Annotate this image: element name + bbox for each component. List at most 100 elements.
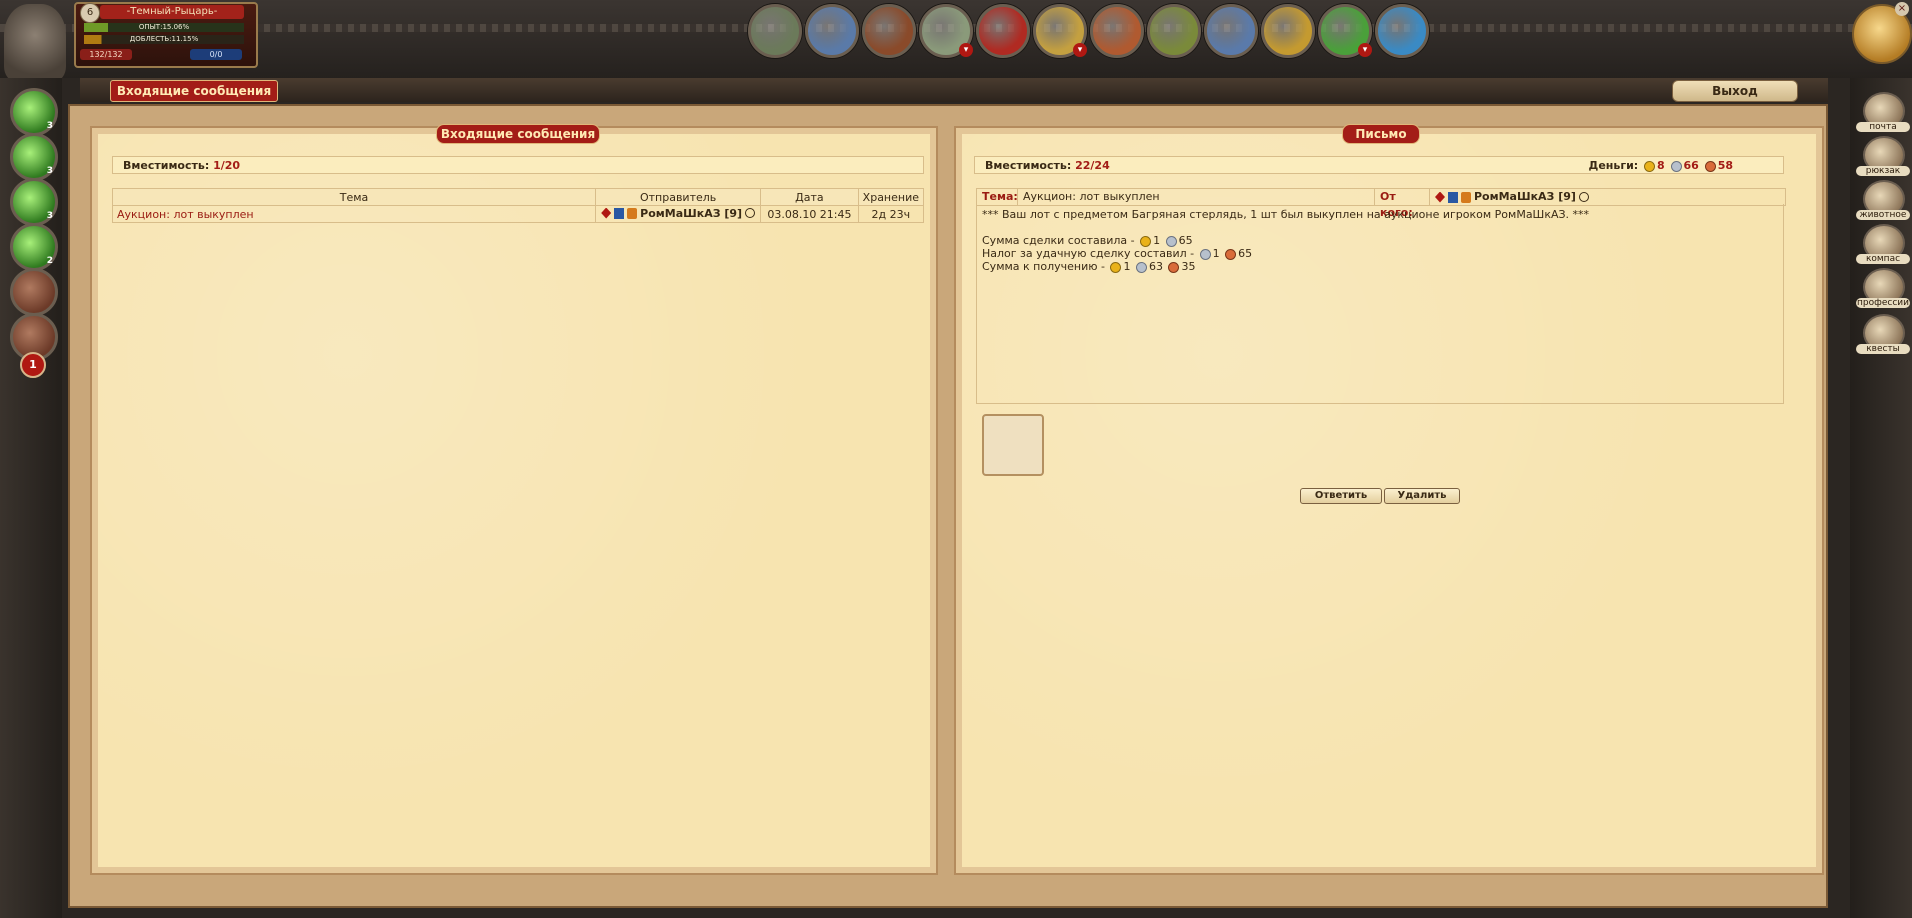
capacity-value: 1/20 — [213, 159, 241, 172]
message-date: 03.08.10 21:45 — [760, 205, 859, 223]
column-header-storage[interactable]: Хранение — [857, 188, 925, 206]
message-subject[interactable]: Аукцион: лот выкуплен — [111, 205, 597, 223]
info-icon[interactable] — [745, 208, 756, 218]
gold-coin-icon — [1110, 261, 1122, 273]
world-map-icon[interactable]: ▾ — [1033, 4, 1087, 58]
receive-label: Сумма к получению - — [982, 260, 1105, 273]
chevron-down-icon[interactable]: ▾ — [959, 43, 973, 57]
menu-label: почта — [1856, 122, 1910, 132]
letter-body: *** Ваш лот с предметом Багряная стерляд… — [976, 204, 1784, 404]
column-header-subject[interactable]: Тема — [111, 188, 597, 206]
silver-coin-icon — [1165, 235, 1177, 247]
menu-backpack[interactable]: рюкзак — [1856, 136, 1910, 178]
menu-compass[interactable]: компас — [1856, 224, 1910, 266]
quick-slot[interactable]: 3 — [10, 178, 58, 226]
dragon-emblem-icon — [4, 4, 66, 82]
tax-silver: 1 — [1212, 247, 1220, 260]
race-icon — [627, 207, 638, 219]
menu-label: профессии — [1856, 298, 1910, 308]
from-label: От кого: — [1375, 189, 1430, 219]
hammer-icon[interactable] — [1147, 4, 1201, 58]
letter-text: *** Ваш лот с предметом Багряная стерляд… — [982, 208, 1590, 221]
silver-coin-icon — [1670, 160, 1682, 172]
slot-count: 3 — [46, 211, 53, 221]
knight-icon[interactable]: ▾ — [919, 4, 973, 58]
menu-label: компас — [1856, 254, 1910, 264]
message-storage: 2д 23ч — [857, 205, 925, 223]
chat-icon[interactable] — [1375, 4, 1429, 58]
message-sender[interactable]: РомМаШкАЗ [9] — [595, 205, 762, 223]
tax-line: Налог за удачную сделку составил - 1 65 — [982, 247, 1778, 260]
receive-line: Сумма к получению - 1 63 35 — [982, 260, 1778, 273]
valor-bar: ДОБЛЕСТЬ:11.15% — [84, 35, 244, 44]
close-icon[interactable]: × — [1895, 2, 1909, 16]
clan-icon — [614, 207, 625, 219]
sender-name[interactable]: РомМаШкАЗ [9] — [640, 207, 742, 220]
castle-icon[interactable] — [805, 4, 859, 58]
battle-icon[interactable] — [976, 4, 1030, 58]
menu-label: животное — [1856, 210, 1910, 220]
chevron-down-icon[interactable]: ▾ — [1073, 43, 1087, 57]
subject-label: Тема: — [977, 189, 1018, 205]
info-icon[interactable] — [1578, 192, 1589, 202]
deal-sum-gold: 1 — [1153, 234, 1161, 247]
coins-icon[interactable] — [1261, 4, 1315, 58]
pvp-icon — [1435, 191, 1445, 203]
attachment-slot[interactable] — [982, 414, 1044, 476]
mana-value: 0/0 — [190, 49, 242, 60]
letter-capacity: Вместимость: 22/24 Деньги: 8 66 58 — [974, 156, 1784, 174]
bronze-coin-icon — [1225, 248, 1237, 260]
capacity-value: 22/24 — [1075, 159, 1110, 172]
money-bronze: 58 — [1717, 159, 1733, 172]
delete-button[interactable]: Удалить — [1384, 488, 1460, 504]
quick-slot[interactable]: 3 — [10, 88, 58, 136]
menu-professions[interactable]: профессии — [1856, 268, 1910, 310]
gold-coin-icon — [1140, 235, 1152, 247]
tax-bronze: 65 — [1238, 247, 1253, 260]
slot-page-badge[interactable]: 1 — [20, 352, 46, 378]
slot-count: 2 — [46, 256, 53, 266]
receive-silver: 63 — [1148, 260, 1163, 273]
inbox-panel-title: Входящие сообщения — [436, 124, 600, 144]
quick-slot[interactable] — [10, 268, 58, 316]
title-bar — [80, 78, 1828, 102]
race-icon — [1461, 191, 1471, 203]
capacity-label: Вместимость: — [123, 159, 210, 172]
menu-pet[interactable]: животное — [1856, 180, 1910, 222]
column-header-date[interactable]: Дата — [760, 188, 859, 206]
bronze-coin-icon — [1704, 160, 1716, 172]
money-silver: 66 — [1683, 159, 1699, 172]
menu-quests[interactable]: квесты — [1856, 314, 1910, 356]
inbox-panel — [90, 126, 938, 875]
table-row[interactable]: Аукцион: лот выкуплен РомМаШкАЗ [9] 03.0… — [111, 205, 925, 223]
quick-slot[interactable]: 2 — [10, 223, 58, 271]
character-name[interactable]: -Темный-Рыцарь- — [100, 5, 244, 19]
letter-subject: Аукцион: лот выкуплен — [1018, 189, 1375, 205]
menu-label: рюкзак — [1856, 166, 1910, 176]
menu-label: квесты — [1856, 344, 1910, 354]
reply-button[interactable]: Ответить — [1300, 488, 1382, 504]
quick-slot[interactable]: 3 — [10, 133, 58, 181]
deal-sum-label: Сумма сделки составила - — [982, 234, 1135, 247]
tax-label: Налог за удачную сделку составил - — [982, 247, 1195, 260]
quest-figure-icon[interactable] — [1090, 4, 1144, 58]
help-icon[interactable]: ▾ — [1318, 4, 1372, 58]
receive-gold: 1 — [1123, 260, 1131, 273]
bear-icon[interactable] — [862, 4, 916, 58]
chevron-down-icon[interactable]: ▾ — [1358, 43, 1372, 57]
menu-mail[interactable]: почта — [1856, 92, 1910, 134]
clan-shield-icon[interactable] — [748, 4, 802, 58]
exit-button[interactable]: Выход — [1672, 80, 1798, 102]
receive-bronze: 35 — [1181, 260, 1196, 273]
page-title: Входящие сообщения — [110, 80, 278, 102]
deal-sum-silver: 65 — [1178, 234, 1193, 247]
column-header-sender[interactable]: Отправитель — [595, 188, 762, 206]
letter-panel-title: Письмо — [1342, 124, 1420, 144]
silver-coin-icon — [1199, 248, 1211, 260]
inbox-capacity: Вместимость: 1/20 — [112, 156, 924, 174]
flags-icon[interactable] — [1204, 4, 1258, 58]
clan-icon — [1448, 191, 1458, 203]
from-name[interactable]: РомМаШкАЗ [9] — [1474, 189, 1576, 205]
letter-from[interactable]: РомМаШкАЗ [9] — [1430, 189, 1785, 205]
character-level: 6 — [80, 3, 100, 23]
